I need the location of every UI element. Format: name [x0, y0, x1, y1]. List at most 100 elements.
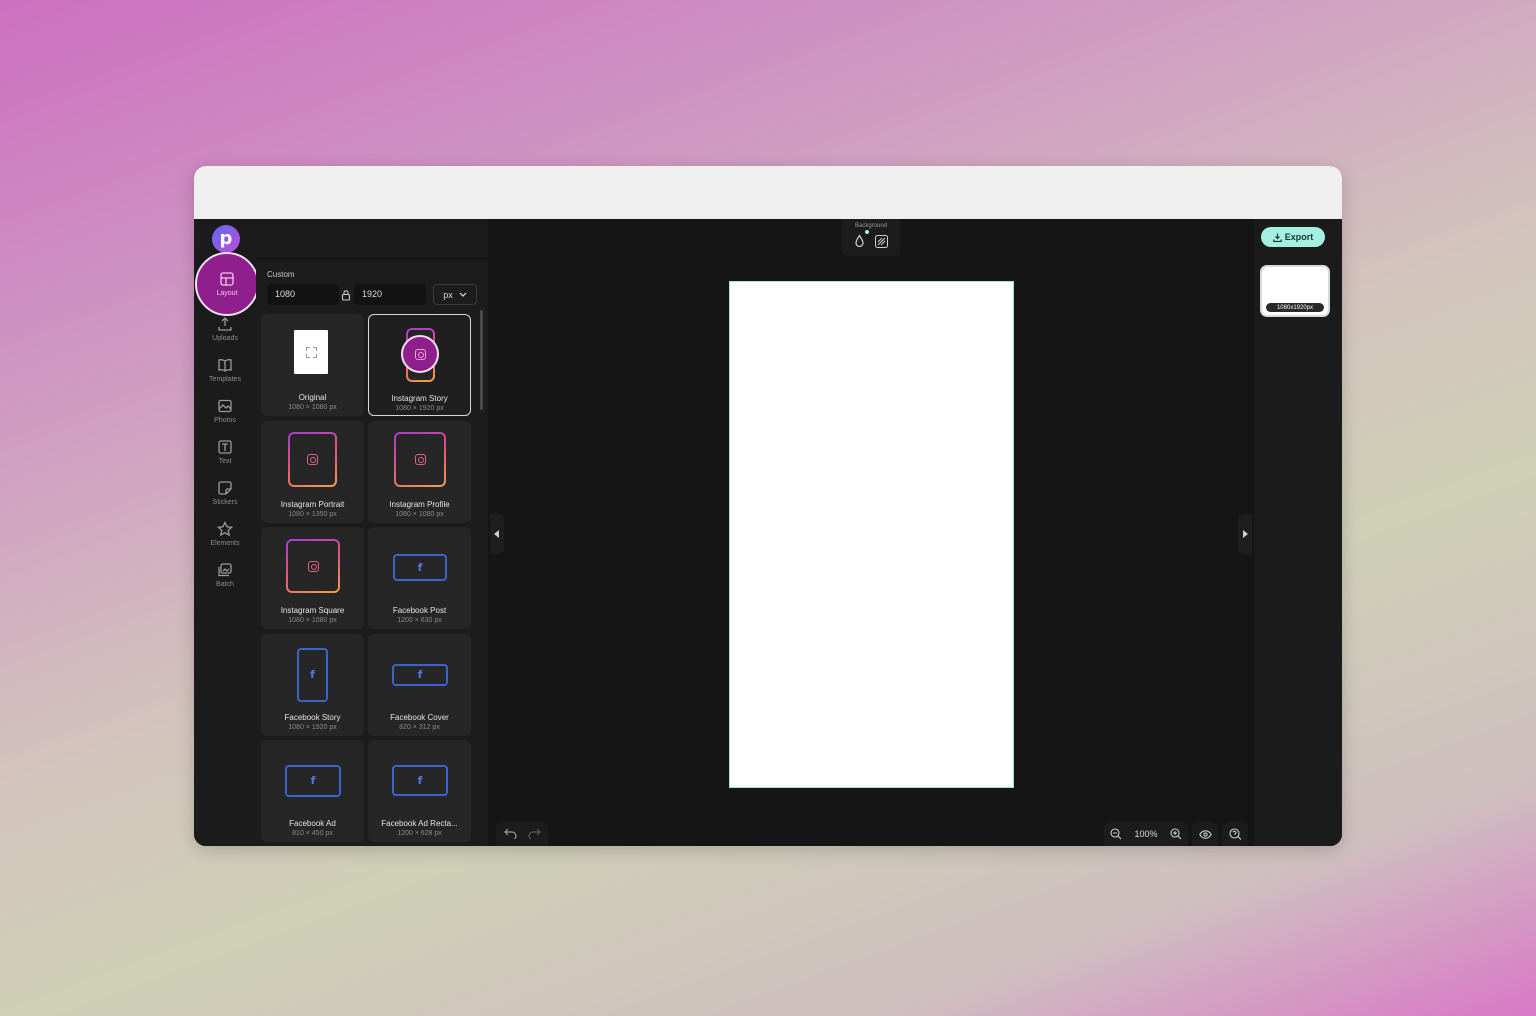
- facebook-icon: f: [297, 648, 328, 702]
- preset-size: 1080 × 1920 px: [395, 405, 444, 412]
- history-toolbar: [496, 822, 548, 846]
- panel-header: [256, 219, 488, 257]
- zoom-toolbar: 100%: [1104, 822, 1188, 846]
- preset-name: Instagram Story: [391, 394, 448, 403]
- undo-icon[interactable]: [504, 828, 517, 839]
- preset-size: 810 × 450 px: [292, 830, 333, 837]
- preset-instagram-story[interactable]: Instagram Story 1080 × 1920 px: [368, 314, 471, 416]
- chevron-down-icon: [459, 292, 467, 297]
- sticker-icon: [218, 481, 232, 495]
- page-size-tag: 1080x1920px: [1266, 303, 1324, 312]
- background-label: Background: [854, 223, 888, 229]
- sidebar-item-templates[interactable]: Templates: [194, 350, 256, 390]
- sidebar-item-layout[interactable]: Layout: [195, 252, 259, 316]
- width-input[interactable]: 1080: [267, 284, 339, 305]
- color-drop-icon[interactable]: [854, 234, 865, 248]
- collapse-left-panel-button[interactable]: [490, 514, 504, 554]
- preset-facebook-cover[interactable]: f Facebook Cover 820 × 312 px: [368, 634, 471, 736]
- preset-name: Original: [298, 393, 327, 402]
- preset-size: 1080 × 1920 px: [288, 724, 337, 731]
- preview-button[interactable]: [1192, 822, 1218, 846]
- background-toolbar: Background: [842, 219, 900, 256]
- lock-icon[interactable]: [340, 289, 352, 301]
- zoom-in-icon[interactable]: [1170, 828, 1182, 840]
- preset-name: Facebook Post: [392, 606, 447, 615]
- app-window: p Uploads Templates Photos Text Stickers: [194, 166, 1342, 846]
- preset-name: Facebook Cover: [390, 713, 449, 722]
- sidebar-item-label: Uploads: [212, 335, 238, 342]
- crop-corner: [306, 354, 310, 358]
- preset-name: Instagram Profile: [389, 500, 450, 509]
- preset-instagram-square[interactable]: Instagram Square 1080 × 1080 px: [261, 527, 364, 629]
- sidebar-item-photos[interactable]: Photos: [194, 391, 256, 431]
- instagram-icon: [286, 539, 340, 593]
- facebook-icon: f: [285, 765, 341, 797]
- collapse-right-panel-button[interactable]: [1238, 514, 1252, 554]
- preset-facebook-ad[interactable]: f Facebook Ad 810 × 450 px: [261, 740, 364, 842]
- eye-icon: [1198, 829, 1212, 839]
- preset-size: 1080 × 1080 px: [288, 617, 337, 624]
- preset-name: Instagram Square: [280, 606, 345, 615]
- active-indicator: [865, 230, 869, 234]
- preset-name: Facebook Story: [284, 713, 341, 722]
- editor: p Uploads Templates Photos Text Stickers: [194, 219, 1342, 846]
- layout-icon: [220, 272, 234, 286]
- preset-name: Instagram Portrait: [280, 500, 345, 509]
- preset-facebook-post[interactable]: f Facebook Post 1200 × 630 px: [368, 527, 471, 629]
- preset-size: 1200 × 630 px: [397, 617, 442, 624]
- download-icon: [1272, 233, 1282, 242]
- instagram-icon: [288, 432, 337, 487]
- zoom-level[interactable]: 100%: [1134, 829, 1157, 839]
- sidebar-item-elements[interactable]: Elements: [194, 514, 256, 554]
- caret-right-icon: [1243, 530, 1248, 538]
- instagram-icon: [401, 335, 439, 373]
- crop-corner: [313, 347, 317, 351]
- facebook-icon: f: [392, 664, 448, 686]
- preset-original[interactable]: Original 1080 × 1080 px: [261, 314, 364, 416]
- sidebar-item-stickers[interactable]: Stickers: [194, 473, 256, 513]
- help-icon: [1228, 827, 1241, 840]
- preset-size: 1080 × 1080 px: [395, 511, 444, 518]
- export-button[interactable]: Export: [1261, 227, 1325, 247]
- preset-size: 1200 × 628 px: [397, 830, 442, 837]
- sidebar-item-batch[interactable]: Batch: [194, 555, 256, 595]
- pages-panel: Export 1080x1920px: [1254, 219, 1342, 846]
- export-label: Export: [1284, 232, 1314, 242]
- text-icon: [218, 440, 232, 454]
- preset-instagram-profile[interactable]: Instagram Profile 1080 × 1080 px: [368, 421, 471, 523]
- app-logo[interactable]: p: [212, 225, 240, 253]
- panel-scrollbar[interactable]: [480, 310, 483, 410]
- sidebar-item-label: Layout: [216, 290, 238, 297]
- caret-left-icon: [494, 530, 499, 538]
- preset-instagram-portrait[interactable]: Instagram Portrait 1080 × 1350 px: [261, 421, 364, 523]
- height-input[interactable]: 1920: [354, 284, 426, 305]
- preset-facebook-story[interactable]: f Facebook Story 1080 × 1920 px: [261, 634, 364, 736]
- pattern-icon[interactable]: [875, 235, 888, 248]
- book-icon: [218, 359, 232, 372]
- sidebar-rail: p Uploads Templates Photos Text Stickers: [194, 219, 259, 846]
- preset-size: 1080 × 1080 px: [288, 404, 337, 411]
- preset-name: Facebook Ad: [289, 819, 336, 828]
- image-icon: [218, 399, 232, 413]
- sidebar-item-label: Text: [218, 458, 232, 465]
- preset-facebook-ad-rectangle[interactable]: f Facebook Ad Recta... 1200 × 628 px: [368, 740, 471, 842]
- design-canvas[interactable]: [729, 281, 1014, 788]
- redo-icon[interactable]: [528, 828, 541, 839]
- sidebar-item-text[interactable]: Text: [194, 432, 256, 472]
- upload-icon: [218, 317, 232, 331]
- preset-size: 820 × 312 px: [399, 724, 440, 731]
- logo-letter: p: [219, 228, 233, 249]
- instagram-icon: [394, 432, 446, 487]
- sidebar-item-label: Templates: [209, 376, 241, 383]
- sidebar-item-label: Elements: [210, 540, 240, 547]
- page-thumbnail[interactable]: 1080x1920px: [1260, 265, 1330, 317]
- facebook-icon: f: [392, 765, 448, 796]
- crop-corner: [306, 347, 310, 351]
- unit-select[interactable]: px: [433, 284, 477, 305]
- preset-name: Facebook Ad Recta...: [381, 819, 458, 828]
- star-icon: [217, 521, 233, 537]
- zoom-out-icon[interactable]: [1110, 828, 1122, 840]
- preset-size: 1080 × 1350 px: [288, 511, 337, 518]
- help-button[interactable]: [1222, 822, 1248, 846]
- facebook-icon: f: [393, 554, 447, 581]
